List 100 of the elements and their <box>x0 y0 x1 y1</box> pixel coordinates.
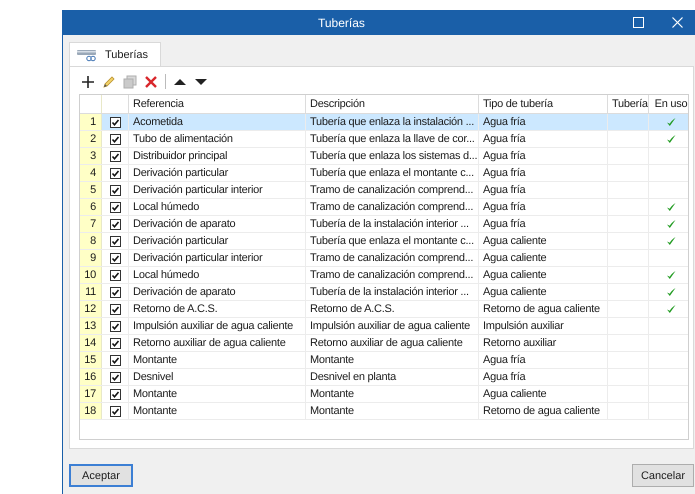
table-row[interactable]: 9 Derivación particular interior Tramo de canalización comprend... Agua caliente <box>80 250 688 266</box>
column-header[interactable]: Tubería <box>608 95 648 114</box>
table-cell: Tubería que enlaza el montante c... <box>306 164 478 182</box>
checkbox[interactable] <box>110 270 120 281</box>
checkbox[interactable] <box>110 286 120 298</box>
close-icon[interactable] <box>672 17 683 28</box>
table-row[interactable]: 3 Distribuidor principal Tubería que enlaza los sistemas d... Agua fría <box>80 148 688 164</box>
column-header[interactable]: Tipo de tubería <box>478 95 608 114</box>
table-row[interactable]: 8 Derivación particular Tubería que enlaza el montante c... Agua caliente <box>80 232 688 250</box>
table-cell: Desnivel <box>128 368 306 386</box>
table-row[interactable]: 7 Derivación de aparato Tubería de la instalación interior ... Agua fría <box>80 216 688 232</box>
table-cell: Impulsión auxiliar de agua caliente <box>128 318 306 334</box>
table-cell: Montante <box>306 352 478 368</box>
table-cell: Local húmedo <box>128 266 306 284</box>
table-cell: Agua caliente <box>478 266 608 284</box>
checkbox[interactable] <box>110 168 120 179</box>
table-cell: Derivación particular <box>128 232 306 250</box>
row-number: 11 <box>80 284 102 300</box>
checkbox[interactable] <box>110 218 120 230</box>
maximize-icon[interactable] <box>633 17 644 28</box>
pencil-icon[interactable] <box>102 74 116 88</box>
table-cell: Agua caliente <box>478 250 608 266</box>
plus-icon[interactable] <box>81 74 95 88</box>
table-row[interactable]: 12 Retorno de A.C.S. Retorno de A.C.S. Retorno de agua caliente <box>80 300 688 318</box>
tab[interactable]: Tuberías <box>69 42 162 67</box>
checkbox[interactable] <box>110 354 120 366</box>
table-row[interactable]: 16 Desnivel Desnivel en planta Agua fría <box>80 368 688 386</box>
row-number: 16 <box>80 368 102 386</box>
table-cell: Impulsión auxiliar <box>478 318 608 334</box>
table-row[interactable]: 10 Local húmedo Tramo de canalización comprend... Agua caliente <box>80 266 688 284</box>
table-row[interactable]: 11 Derivación de aparato Tubería de la instalación interior ... Agua caliente <box>80 284 688 300</box>
table-cell: Tubería que enlaza los sistemas d... <box>306 148 478 164</box>
table-cell: Impulsión auxiliar de agua caliente <box>306 318 478 334</box>
table-cell: Agua caliente <box>478 386 608 402</box>
table-cell: Retorno auxiliar <box>478 334 608 352</box>
checkbox[interactable] <box>110 338 120 349</box>
row-number: 13 <box>80 318 102 334</box>
row-number: 6 <box>80 198 102 216</box>
row-number: 9 <box>80 250 102 266</box>
table-cell: Tramo de canalización comprend... <box>306 250 478 266</box>
checkbox[interactable] <box>110 150 120 162</box>
table-cell: Agua fría <box>478 148 608 164</box>
cancel-button[interactable]: Cancelar <box>632 464 694 487</box>
table-row[interactable]: 6 Local húmedo Tramo de canalización comprend... Agua fría <box>80 198 688 216</box>
table-cell: Tubería que enlaza el montante c... <box>306 232 478 250</box>
table-row[interactable]: 17 Montante Montante Agua caliente <box>80 386 688 402</box>
table-cell: Derivación de aparato <box>128 284 306 300</box>
checkbox[interactable] <box>110 388 120 400</box>
row-number: 17 <box>80 386 102 402</box>
table-cell: Derivación particular interior <box>128 250 306 266</box>
table-cell: Montante <box>306 402 478 420</box>
table-cell: Local húmedo <box>128 198 306 216</box>
delete-icon[interactable] <box>144 74 158 88</box>
table-cell: Agua fría <box>478 368 608 386</box>
table-cell: Tubería que enlaza la llave de cor... <box>306 130 478 148</box>
table-cell: Agua fría <box>478 130 608 148</box>
checkbox[interactable] <box>110 304 120 315</box>
checkbox[interactable] <box>110 372 120 383</box>
table-cell: Retorno auxiliar de agua caliente <box>128 334 306 352</box>
row-number: 4 <box>80 164 102 182</box>
table-row[interactable]: 5 Derivación particular interior Tramo de canalización comprend... Agua fría <box>80 182 688 198</box>
table-row[interactable]: 15 Montante Montante Agua fría <box>80 352 688 368</box>
table-row[interactable]: 4 Derivación particular Tubería que enlaza el montante c... Agua fría <box>80 164 688 182</box>
table-cell: Tubería que enlaza la instalación ... <box>306 114 478 130</box>
checkbox[interactable] <box>110 184 120 196</box>
table-row[interactable]: 14 Retorno auxiliar de agua caliente Retorno auxiliar de agua caliente Retorno auxiliar <box>80 334 688 352</box>
table-cell: Desnivel en planta <box>306 368 478 386</box>
table-row[interactable]: 18 Montante Montante Retorno de agua caliente <box>80 402 688 420</box>
checkbox[interactable] <box>110 320 120 332</box>
column-header[interactable]: Descripción <box>306 95 478 114</box>
row-number: 2 <box>80 130 102 148</box>
checkbox[interactable] <box>110 252 120 264</box>
table-cell: Retorno de agua caliente <box>478 402 608 420</box>
table-cell: Distribuidor principal <box>128 148 306 164</box>
row-number: 1 <box>80 114 102 130</box>
table-row[interactable]: 1 Acometida Tubería que enlaza la instalación ... Agua fría <box>80 114 688 130</box>
row-number: 12 <box>80 300 102 318</box>
row-number: 10 <box>80 266 102 284</box>
table-cell: Montante <box>128 386 306 402</box>
table-cell: Montante <box>128 352 306 368</box>
window-title: Tuberías <box>318 16 365 30</box>
table-row[interactable]: 13 Impulsión auxiliar de agua caliente Impulsión auxiliar de agua caliente Impulsión auxiliar <box>80 318 688 334</box>
checkbox[interactable] <box>110 202 120 213</box>
column-header[interactable]: Referencia <box>128 95 306 114</box>
table-cell: Agua fría <box>478 352 608 368</box>
table-cell: Retorno de A.C.S. <box>306 300 478 318</box>
column-header[interactable]: En uso <box>648 95 688 114</box>
accept-button[interactable]: Aceptar <box>69 464 133 487</box>
table-cell: Derivación particular interior <box>128 182 306 198</box>
checkbox[interactable] <box>110 134 120 145</box>
checkbox[interactable] <box>110 236 120 247</box>
table-cell: Agua caliente <box>478 284 608 300</box>
checkbox[interactable] <box>110 116 120 128</box>
row-number: 3 <box>80 148 102 164</box>
table-cell: Derivación de aparato <box>128 216 306 232</box>
checkbox[interactable] <box>110 406 120 417</box>
table-cell: Agua caliente <box>478 232 608 250</box>
table-row[interactable]: 2 Tubo de alimentación Tubería que enlaza la llave de cor... Agua fría <box>80 130 688 148</box>
table-cell: Acometida <box>128 114 306 130</box>
table-cell: Montante <box>128 402 306 420</box>
